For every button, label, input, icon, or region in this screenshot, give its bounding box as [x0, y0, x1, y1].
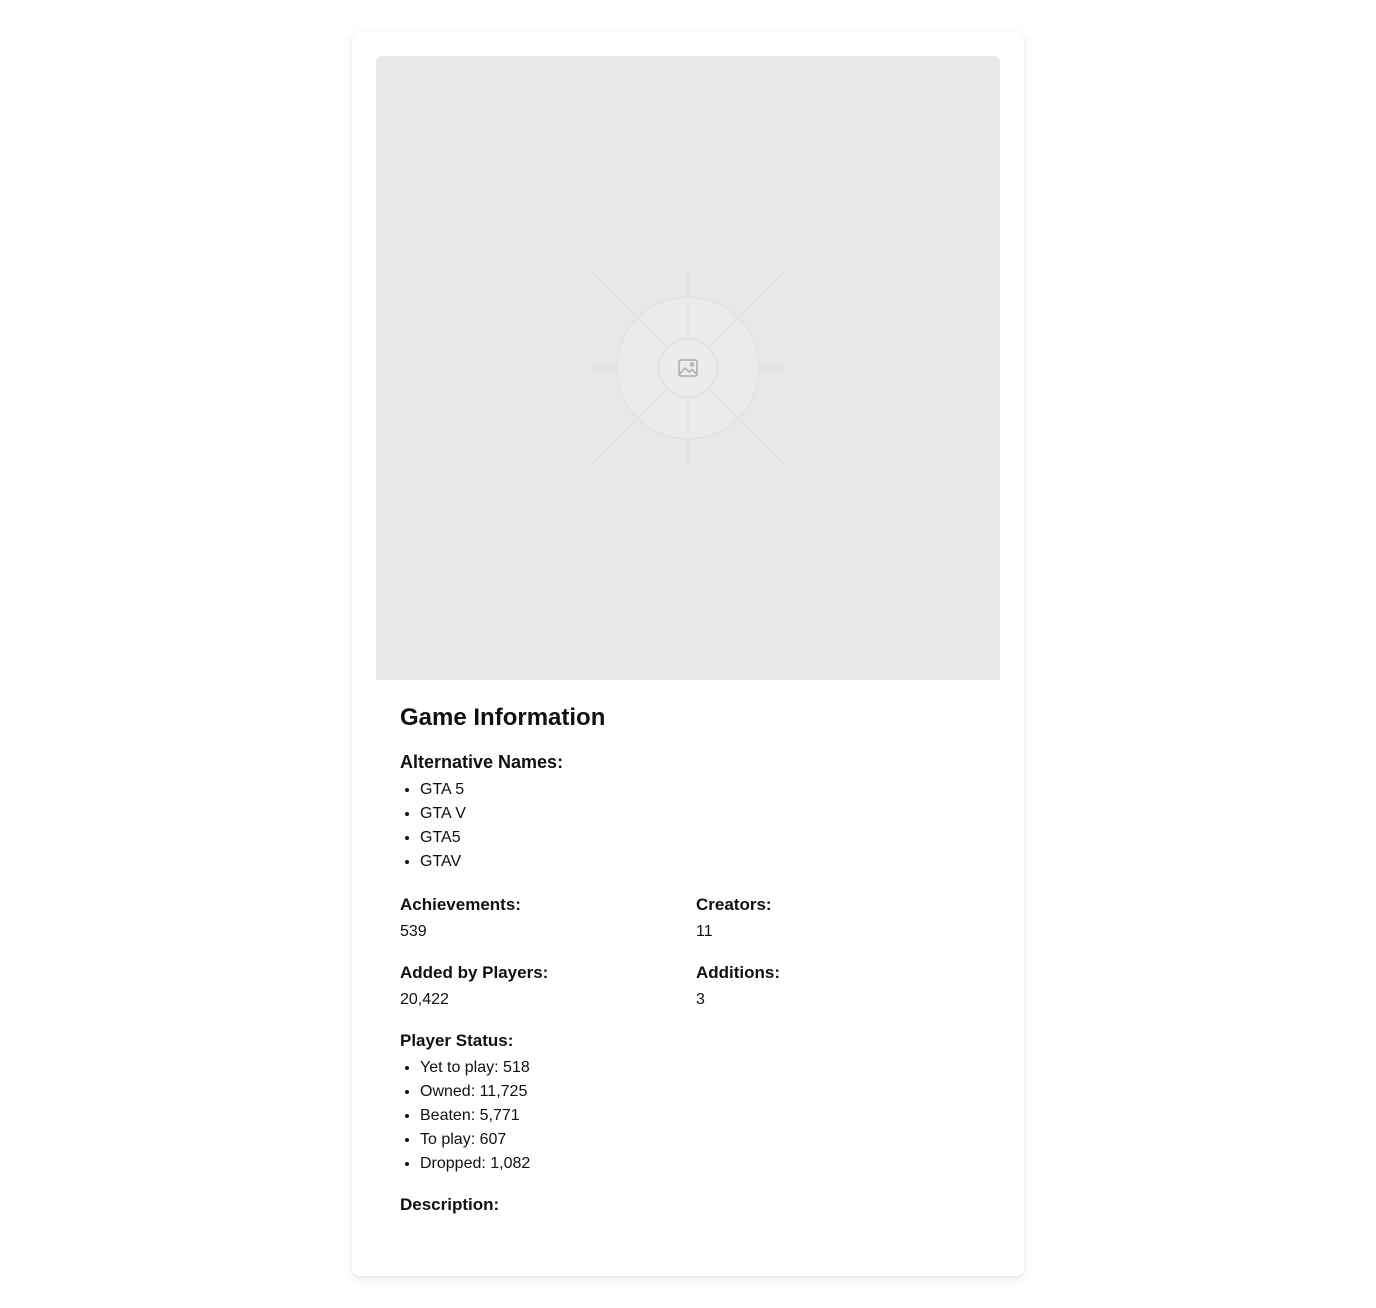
achievements-stat: Achievements: 539 [400, 892, 696, 944]
player-status-label: Player Status: [400, 1031, 514, 1050]
list-item: GTAV [420, 850, 976, 874]
stats-grid: Achievements: 539 Creators: 11 Added by … [400, 892, 976, 1012]
achievements-value: 539 [400, 923, 427, 940]
list-item: Dropped: 1,082 [420, 1152, 976, 1176]
game-card: Game Information Alternative Names: GTA … [352, 32, 1024, 1276]
game-info-heading: Game Information [400, 704, 606, 731]
player-status-section: Player Status: Yet to play: 518 Owned: 1… [400, 1028, 976, 1176]
alt-names-section: Alternative Names: GTA 5 GTA V GTA5 GTAV [400, 748, 976, 874]
added-by-players-value: 20,422 [400, 991, 449, 1008]
game-info-section: Game Information Alternative Names: GTA … [400, 700, 976, 1218]
list-item: GTA5 [420, 826, 976, 850]
list-item: Owned: 11,725 [420, 1080, 976, 1104]
alt-names-list: GTA 5 GTA V GTA5 GTAV [400, 778, 976, 874]
list-item: GTA V [420, 802, 976, 826]
added-by-players-stat: Added by Players: 20,422 [400, 960, 696, 1012]
list-item: Yet to play: 518 [420, 1056, 976, 1080]
description-label: Description: [400, 1195, 500, 1214]
additions-value: 3 [696, 991, 705, 1008]
added-by-players-label: Added by Players: [400, 963, 549, 982]
player-status-list: Yet to play: 518 Owned: 11,725 Beaten: 5… [400, 1056, 976, 1176]
achievements-label: Achievements: [400, 895, 521, 914]
alt-names-label: Alternative Names: [400, 752, 564, 772]
list-item: Beaten: 5,771 [420, 1104, 976, 1128]
creators-value: 11 [696, 923, 713, 940]
creators-stat: Creators: 11 [696, 892, 976, 944]
game-image-placeholder [376, 56, 1000, 680]
creators-label: Creators: [696, 895, 772, 914]
additions-label: Additions: [696, 963, 781, 982]
additions-stat: Additions: 3 [696, 960, 976, 1012]
description-section: Description: [400, 1192, 976, 1218]
placeholder-graphic [592, 272, 784, 464]
list-item: GTA 5 [420, 778, 976, 802]
list-item: To play: 607 [420, 1128, 976, 1152]
